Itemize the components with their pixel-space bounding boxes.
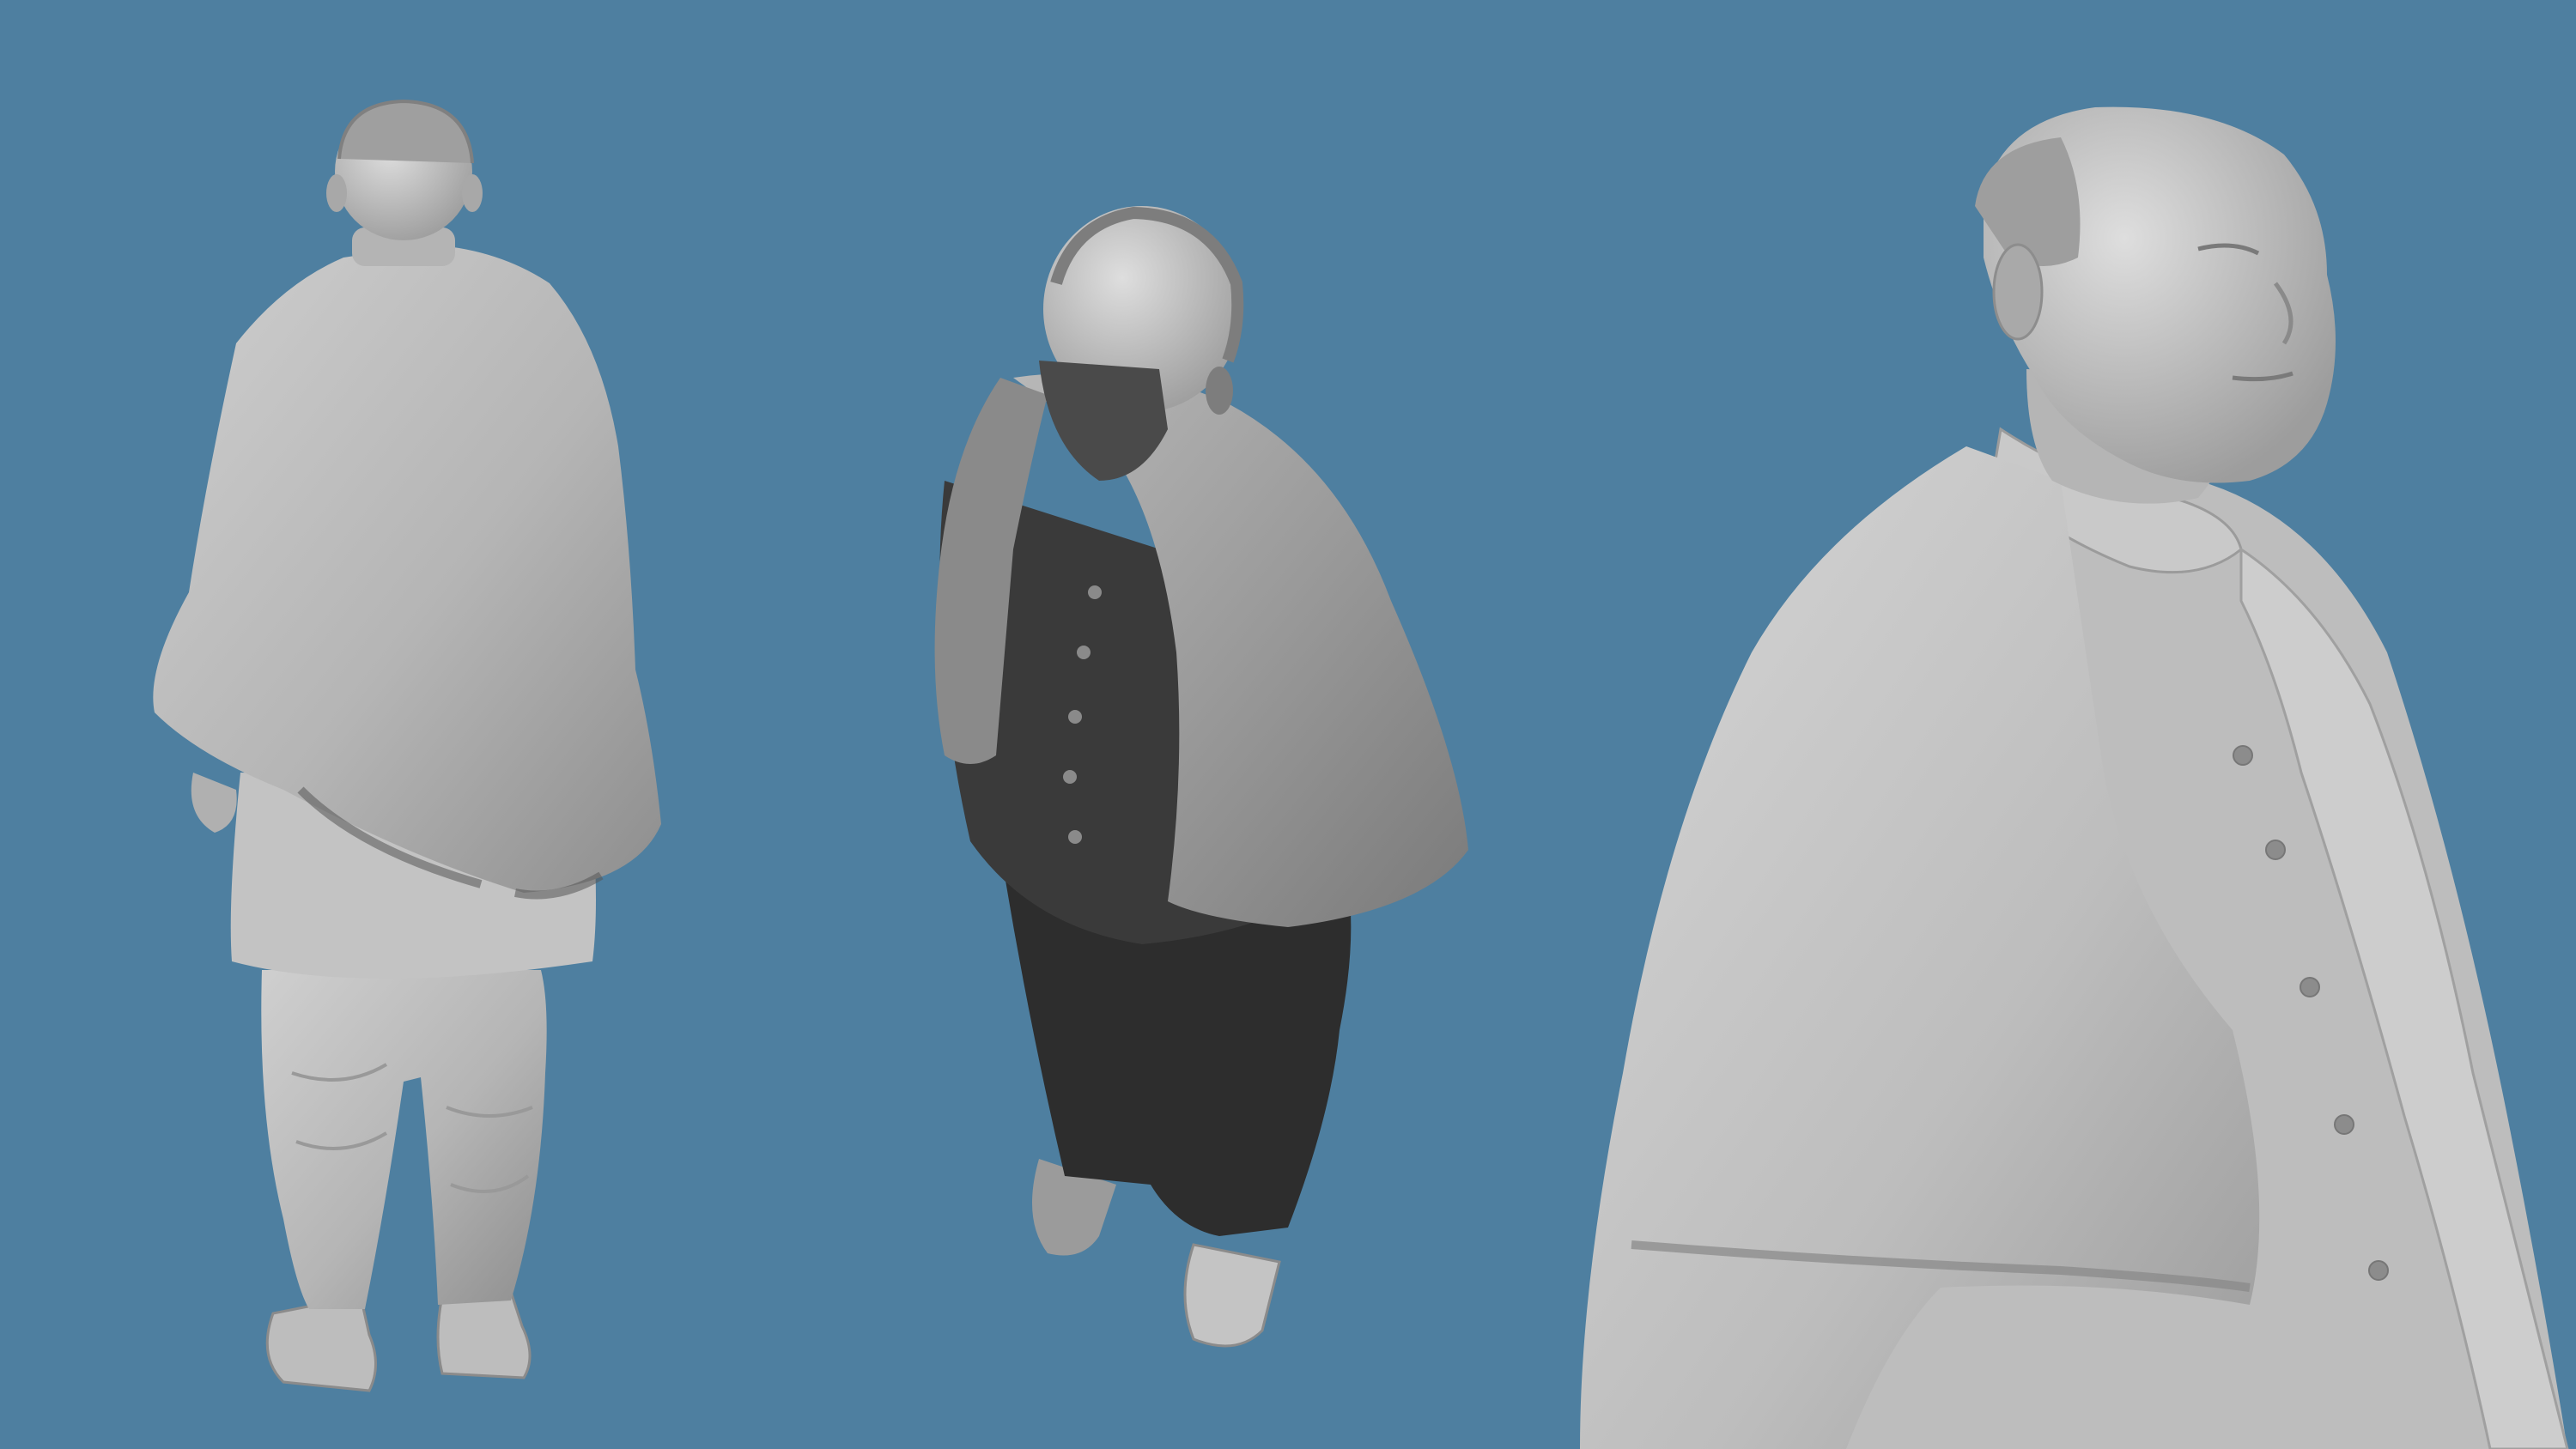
back-right-ear [462, 174, 483, 212]
top-view-figure [934, 206, 1468, 1348]
back-hair [337, 99, 474, 164]
top-right-foot [1183, 1243, 1281, 1348]
render-svg [153, 99, 2569, 1449]
back-trousers [261, 970, 547, 1309]
back-left-ear [326, 174, 347, 212]
back-right-sandal [436, 1290, 532, 1379]
render-canvas [0, 0, 2576, 1449]
front-ear [1992, 243, 2044, 341]
top-ear [1206, 367, 1233, 415]
back-view-figure [153, 99, 661, 1392]
back-left-sandal [265, 1294, 377, 1392]
front-closeup-figure [1580, 106, 2569, 1449]
back-left-hand [191, 773, 237, 833]
